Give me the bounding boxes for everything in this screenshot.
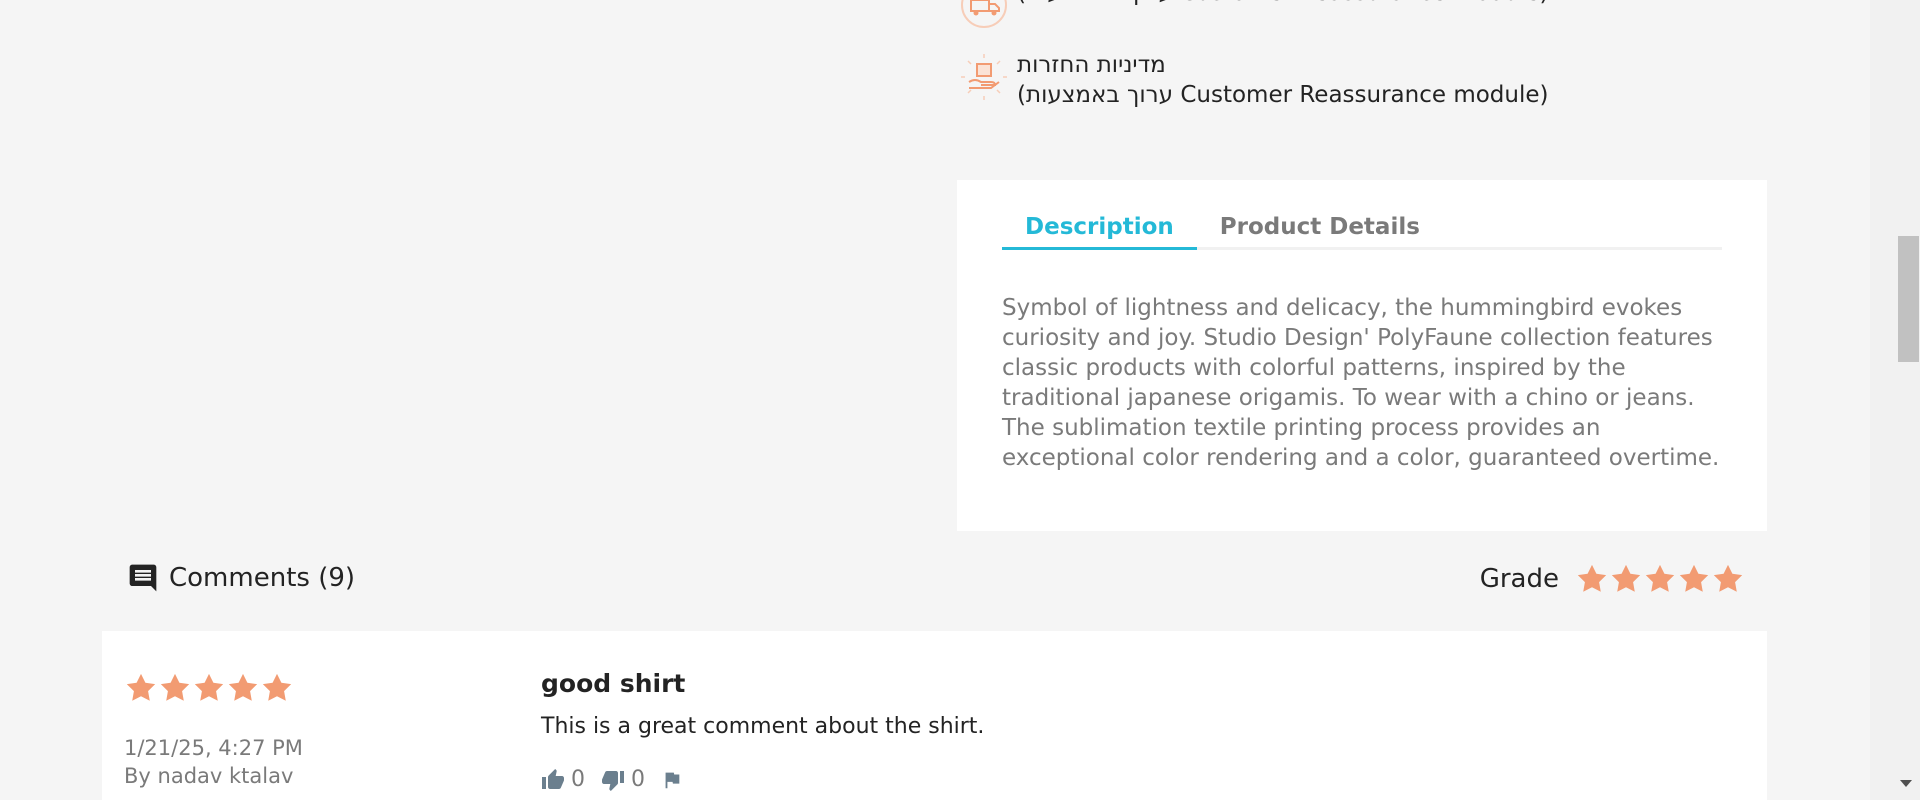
- comments-title: Comments (9): [169, 563, 356, 593]
- reassurance-shipping-sub: (ערוך באמצעות Customer Reassurance modul…: [1017, 0, 1549, 8]
- scrollbar-thumb[interactable]: [1898, 236, 1919, 362]
- reassurance-returns: מדיניות החזרות (ערוך באמצעות Customer Re…: [957, 50, 1549, 110]
- reassurance-shipping: (ערוך באמצעות Customer Reassurance modul…: [957, 0, 1549, 32]
- product-tabs: Description Product Details: [1002, 212, 1722, 250]
- dislike-button[interactable]: 0: [601, 767, 645, 792]
- thumbs-down-icon: [602, 770, 624, 791]
- comment-body: This is a great comment about the shirt.: [541, 714, 985, 739]
- like-button[interactable]: 0: [541, 767, 585, 792]
- flag-icon: [665, 772, 680, 788]
- comment-icon: [127, 562, 159, 594]
- product-description-text: Symbol of lightness and delicacy, the hu…: [1002, 295, 1720, 471]
- comment-date: 1/21/25, 4:27 PM: [124, 736, 303, 760]
- star-icon: [1679, 564, 1709, 592]
- star-icon: [228, 673, 258, 701]
- shipping-icon: [957, 0, 1011, 32]
- scroll-down-arrow-icon[interactable]: [1900, 780, 1912, 787]
- reassurance-returns-title: מדיניות החזרות: [1017, 52, 1166, 78]
- star-icon: [262, 673, 292, 701]
- star-icon: [160, 673, 190, 701]
- comment-author: By nadav ktalav: [124, 764, 294, 788]
- dislike-count: 0: [631, 767, 645, 792]
- comment-actions: 0 0: [541, 767, 705, 792]
- tab-product-details[interactable]: Product Details: [1197, 212, 1443, 247]
- report-button[interactable]: [661, 769, 689, 791]
- comment-title: good shirt: [541, 669, 686, 698]
- grade-stars: [1575, 562, 1745, 596]
- product-tabs-card: Description Product Details Symbol of li…: [957, 180, 1767, 531]
- like-count: 0: [571, 767, 585, 792]
- grade-summary: Grade: [1480, 562, 1745, 596]
- page-scrollbar[interactable]: [1870, 0, 1920, 800]
- star-icon: [1645, 564, 1675, 592]
- star-icon: [126, 673, 156, 701]
- star-icon: [1713, 564, 1743, 592]
- tab-description[interactable]: Description: [1002, 212, 1197, 250]
- reassurance-returns-sub: (ערוך באמצעות Customer Reassurance modul…: [1017, 82, 1549, 108]
- grade-label: Grade: [1479, 564, 1559, 594]
- comment-item: 1/21/25, 4:27 PM By nadav ktalav good sh…: [102, 631, 1767, 800]
- comments-header: Comments (9): [127, 562, 355, 594]
- star-icon: [1611, 564, 1641, 592]
- thumbs-up-icon: [542, 768, 564, 789]
- comment-rating-stars: [124, 671, 294, 705]
- returns-icon: [957, 50, 1011, 104]
- star-icon: [1577, 564, 1607, 592]
- star-icon: [194, 673, 224, 701]
